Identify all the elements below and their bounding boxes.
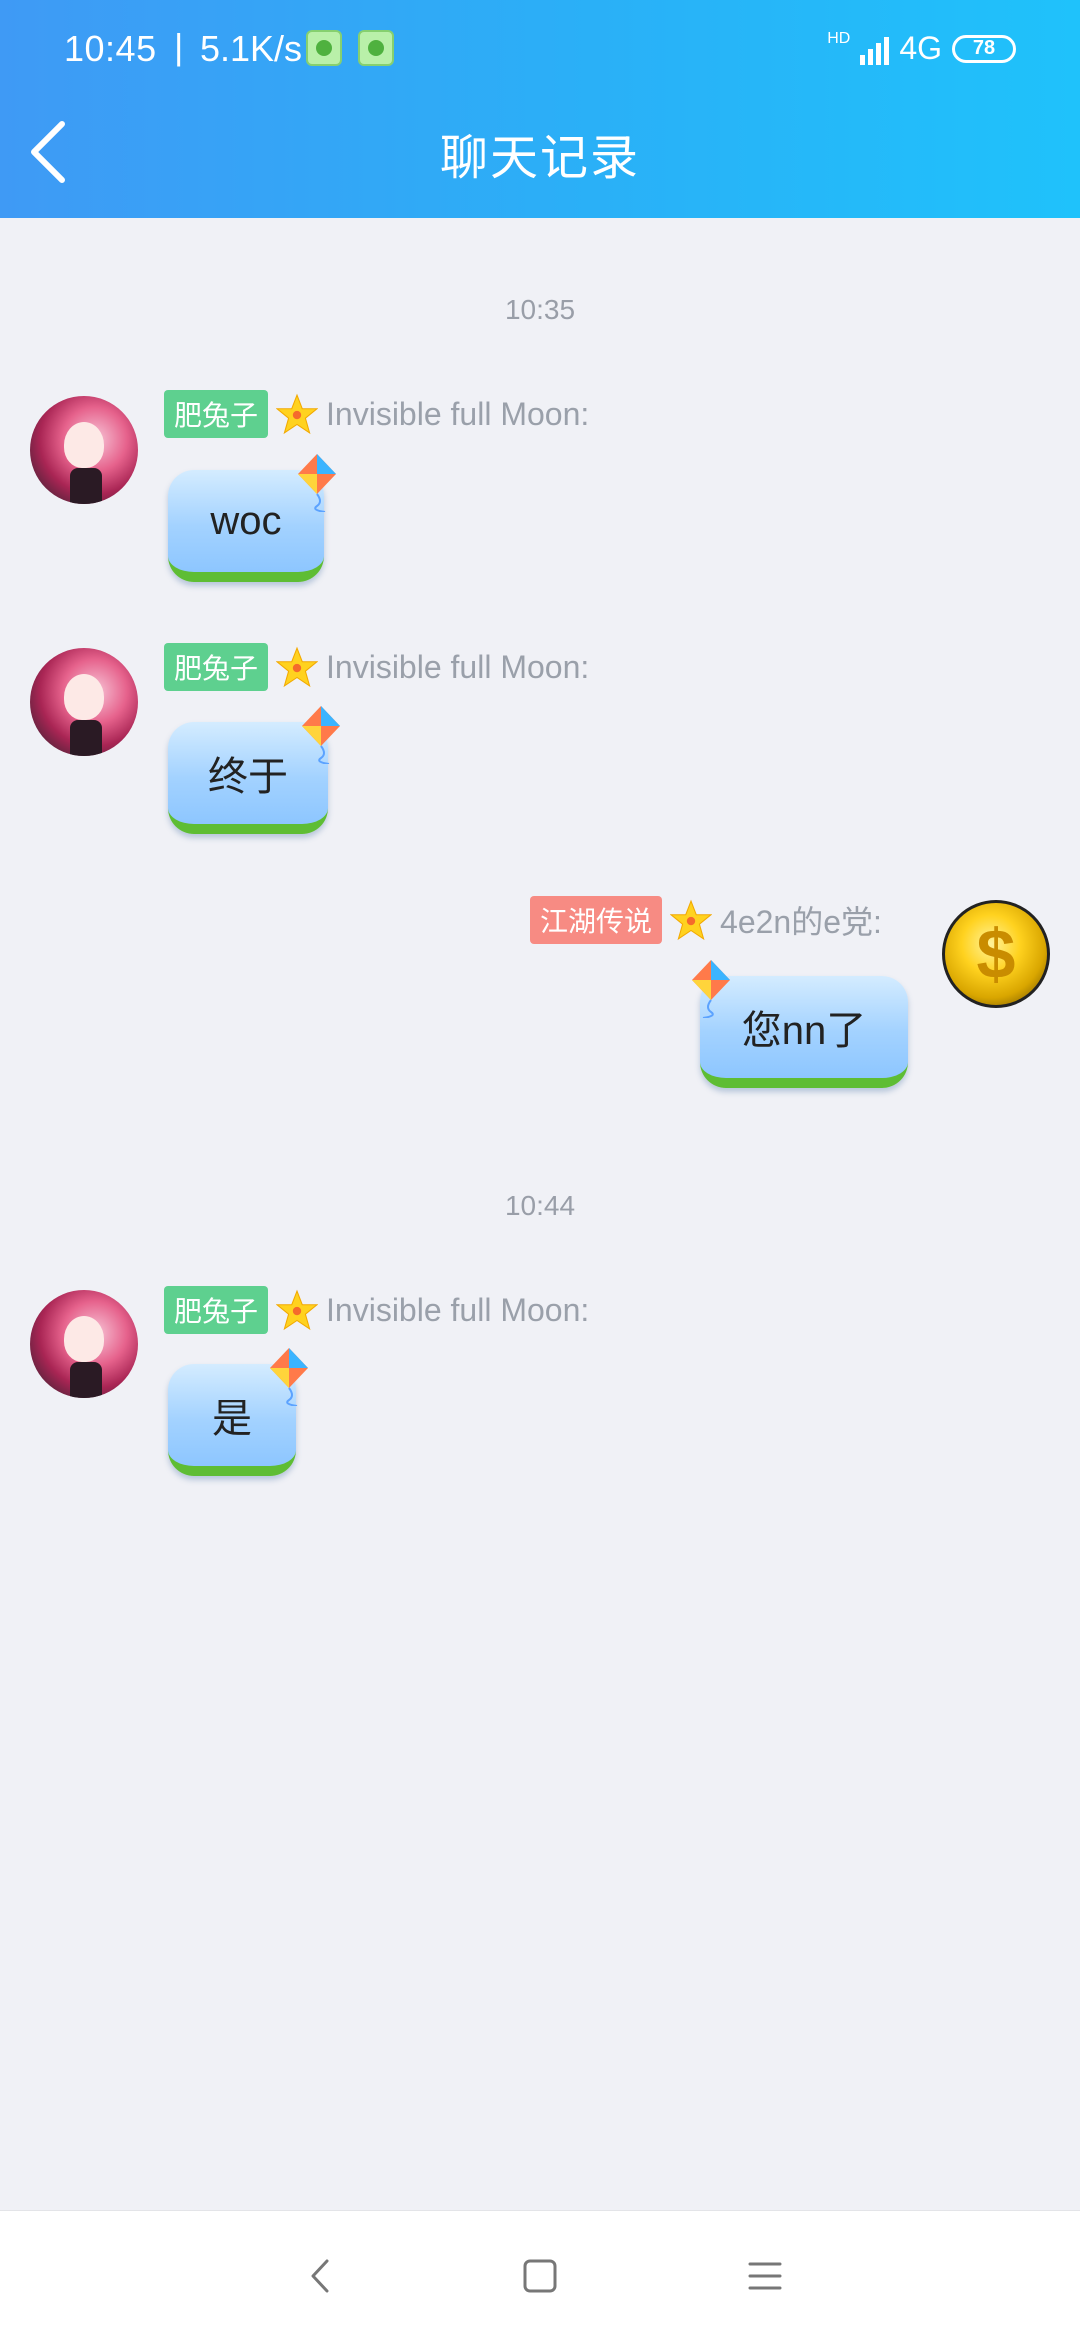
nav-home-icon — [523, 2259, 557, 2293]
timestamp: 10:44 — [504, 1190, 576, 1221]
avatar[interactable] — [30, 396, 138, 504]
app-notification-icon — [306, 30, 342, 66]
star-icon — [276, 646, 319, 688]
kite-icon — [298, 454, 336, 512]
kite-icon — [270, 1348, 308, 1406]
nav-back-icon — [311, 2259, 329, 2293]
star-icon — [276, 393, 319, 435]
nav-menu-icon — [748, 2262, 782, 2290]
header: 10:45 | 5.1K/s HD 4G 78 聊天记录 — [0, 0, 1080, 218]
status-indicators: HD 4G 78 — [827, 30, 1016, 67]
kite-icon — [302, 706, 340, 764]
sender-name: Invisible full Moon: — [326, 395, 590, 432]
title-badge: 江湖传说 — [530, 896, 663, 944]
sender-row: 江湖传说 4e2n的e党: — [530, 896, 882, 944]
avatar[interactable] — [30, 648, 138, 756]
star-icon — [670, 899, 713, 941]
nav-menu-button[interactable] — [740, 2251, 790, 2301]
title-badge: 肥兔子 — [164, 1286, 269, 1334]
sender-row: 肥兔子 Invisible full Moon: — [164, 643, 589, 691]
app-notification-icon — [358, 30, 394, 66]
nav-home-button[interactable] — [515, 2251, 565, 2301]
title-badge: 肥兔子 — [164, 390, 269, 438]
signal-icon — [860, 33, 890, 65]
battery-level: 78 — [972, 37, 996, 59]
timestamp: 10:35 — [504, 294, 576, 325]
status-time: 10:45 — [64, 28, 157, 69]
title-badge: 肥兔子 — [164, 643, 269, 691]
avatar[interactable] — [30, 1290, 138, 1398]
star-icon — [276, 1289, 319, 1331]
kite-icon — [692, 960, 730, 1018]
avatar[interactable]: $ — [942, 900, 1050, 1008]
sender-name: Invisible full Moon: — [326, 1291, 590, 1328]
sender-name: 4e2n的e党: — [720, 904, 882, 940]
sender-name: Invisible full Moon: — [326, 648, 590, 685]
status-separator: | — [174, 26, 184, 67]
sender-row: 肥兔子 Invisible full Moon: — [164, 1286, 589, 1334]
hd-label: HD — [827, 30, 851, 47]
nav-back-button[interactable] — [295, 2251, 345, 2301]
page-title: 聊天记录 — [439, 132, 640, 185]
battery-icon: 78 — [952, 34, 1016, 63]
network-speed: 5.1K/s — [200, 28, 303, 69]
sender-row: 肥兔子 Invisible full Moon: — [164, 390, 589, 438]
system-nav-bar — [0, 2210, 1080, 2341]
network-type: 4G — [899, 30, 942, 66]
